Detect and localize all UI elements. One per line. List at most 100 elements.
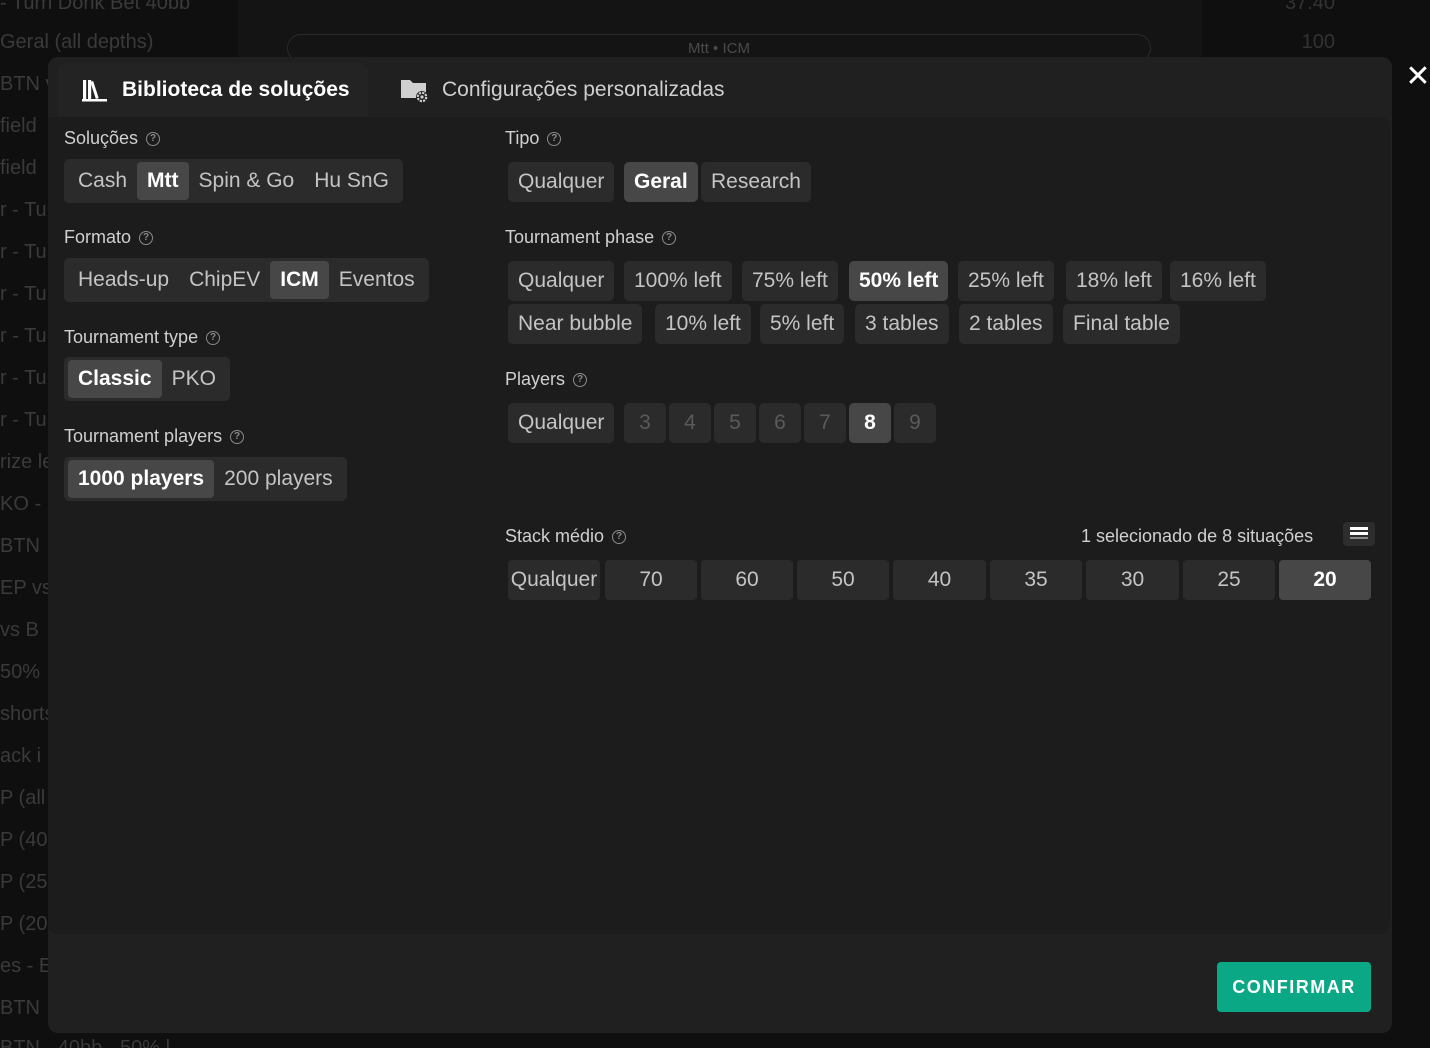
help-icon[interactable]: ? <box>146 131 161 146</box>
option-chipev[interactable]: ChipEV <box>179 261 270 299</box>
bg-list-item: - Turn Donk Bet 40bb <box>0 0 191 14</box>
filters-panel: Soluções? Cash Mtt Spin & Go Hu SnG Form… <box>48 117 1390 934</box>
phase-option[interactable]: 100% left <box>624 261 732 301</box>
bg-list-item: r - Tu <box>0 325 47 347</box>
players-label: Players? <box>505 369 588 390</box>
help-icon[interactable]: ? <box>230 429 245 444</box>
tipo-label: Tipo? <box>505 128 562 149</box>
phase-option[interactable]: 16% left <box>1170 261 1266 301</box>
option-cash[interactable]: Cash <box>68 162 137 200</box>
stack-option[interactable]: 40 <box>893 560 986 600</box>
option-classic[interactable]: Classic <box>68 360 162 398</box>
stack-option[interactable]: 70 <box>605 560 697 600</box>
label-text: Tournament phase <box>505 227 655 247</box>
bg-list-item: BTN - 40bb - 50% l <box>0 1037 171 1048</box>
stack-option[interactable]: 20 <box>1279 560 1371 600</box>
stack-option[interactable]: 35 <box>990 560 1082 600</box>
phase-option[interactable]: 3 tables <box>855 304 949 344</box>
bg-list-item: KO - <box>0 493 42 515</box>
bg-list-item: r - Tu <box>0 199 47 221</box>
phase-option[interactable]: Final table <box>1063 304 1180 344</box>
option-pko[interactable]: PKO <box>162 360 226 398</box>
option-200-players[interactable]: 200 players <box>214 460 343 498</box>
option-1000-players[interactable]: 1000 players <box>68 460 215 498</box>
players-option[interactable]: 7 <box>804 403 846 443</box>
bg-list-item: BTN <box>0 997 40 1019</box>
option-spin-go[interactable]: Spin & Go <box>189 162 305 200</box>
bg-list-item: r - Tu <box>0 283 47 305</box>
label-text: Players <box>505 369 566 389</box>
formato-label: Formato? <box>64 227 154 248</box>
players-option[interactable]: 9 <box>894 403 936 443</box>
selection-count: 1 selecionado de 8 situações <box>1081 526 1314 546</box>
help-icon[interactable]: ? <box>662 230 677 245</box>
label-text: Formato <box>64 227 132 247</box>
bg-list-item: P (40 <box>0 829 48 851</box>
players-option[interactable]: 6 <box>759 403 801 443</box>
option-mtt[interactable]: Mtt <box>137 162 189 200</box>
bg-list-item: field <box>0 157 37 179</box>
tipo-option-qualquer[interactable]: Qualquer <box>508 162 615 202</box>
stack-option[interactable]: 30 <box>1086 560 1179 600</box>
stack-option[interactable]: 60 <box>701 560 793 600</box>
bg-list-item: P (25 <box>0 871 48 893</box>
tab-custom-settings[interactable]: Configurações personalizadas <box>400 63 800 117</box>
bg-list-item: vs B <box>0 619 39 641</box>
tournament-players-label: Tournament players? <box>64 426 245 447</box>
solucoes-segmented: Cash Mtt Spin & Go Hu SnG <box>64 159 403 203</box>
help-icon[interactable]: ? <box>206 330 221 345</box>
help-icon[interactable]: ? <box>139 230 154 245</box>
players-option-qualquer[interactable]: Qualquer <box>508 403 615 443</box>
option-icm[interactable]: ICM <box>270 261 329 299</box>
help-icon[interactable]: ? <box>612 529 627 544</box>
tournament-phase-label: Tournament phase? <box>505 227 677 248</box>
bg-list-item: ack i <box>0 745 42 767</box>
option-heads-up[interactable]: Heads-up <box>68 261 179 299</box>
players-option[interactable]: 4 <box>669 403 711 443</box>
tournament-players-segmented: 1000 players 200 players <box>64 457 347 501</box>
stack-option[interactable]: 25 <box>1183 560 1275 600</box>
option-hu-sng[interactable]: Hu SnG <box>304 162 399 200</box>
option-eventos[interactable]: Eventos <box>329 261 425 299</box>
close-icon[interactable]: ✕ <box>1402 62 1430 94</box>
players-option[interactable]: 3 <box>624 403 666 443</box>
solutions-modal: Biblioteca de soluções Configurações per… <box>48 57 1392 1033</box>
phase-option[interactable]: 75% left <box>742 261 838 301</box>
bg-list-item: r - Tu <box>0 367 47 389</box>
phase-option[interactable]: Qualquer <box>508 261 615 301</box>
bg-list-item: P (20 <box>0 913 48 935</box>
players-option[interactable]: 8 <box>849 403 891 443</box>
tournament-type-label: Tournament type? <box>64 327 221 348</box>
label-text: Stack médio <box>505 526 605 546</box>
phase-option[interactable]: 25% left <box>958 261 1054 301</box>
bg-list-item: shorts <box>0 703 55 725</box>
bg-list-item: rize le <box>0 451 54 473</box>
bg-list-item: EP vs <box>0 577 52 599</box>
tipo-option-geral[interactable]: Geral <box>624 162 698 202</box>
label-text: Soluções <box>64 128 139 148</box>
tournament-type-segmented: Classic PKO <box>64 357 230 401</box>
bg-list-item: r - Tu <box>0 241 47 263</box>
bg-list-item: field <box>0 115 37 137</box>
label-text: Tournament type <box>64 327 199 347</box>
list-view-toggle[interactable] <box>1343 522 1375 546</box>
players-option[interactable]: 5 <box>714 403 756 443</box>
folder-settings-icon <box>400 75 430 105</box>
help-icon[interactable]: ? <box>573 372 588 387</box>
phase-option[interactable]: 18% left <box>1066 261 1162 301</box>
help-icon[interactable]: ? <box>547 131 562 146</box>
confirm-button[interactable]: CONFIRMAR <box>1217 962 1371 1012</box>
stack-option-qualquer[interactable]: Qualquer <box>508 560 600 600</box>
tab-label: Configurações personalizadas <box>442 78 725 101</box>
tipo-option-research[interactable]: Research <box>701 162 811 202</box>
phase-option[interactable]: 50% left <box>849 261 949 301</box>
phase-option[interactable]: Near bubble <box>508 304 643 344</box>
bg-list-item: Geral (all depths) <box>0 31 154 53</box>
phase-option[interactable]: 2 tables <box>959 304 1053 344</box>
phase-option[interactable]: 5% left <box>760 304 845 344</box>
bg-list-item: 50% <box>0 661 41 683</box>
tab-solutions-library[interactable]: Biblioteca de soluções <box>58 63 368 117</box>
phase-option[interactable]: 10% left <box>655 304 751 344</box>
bg-list-item: r - Tu <box>0 409 47 431</box>
stack-option[interactable]: 50 <box>797 560 889 600</box>
